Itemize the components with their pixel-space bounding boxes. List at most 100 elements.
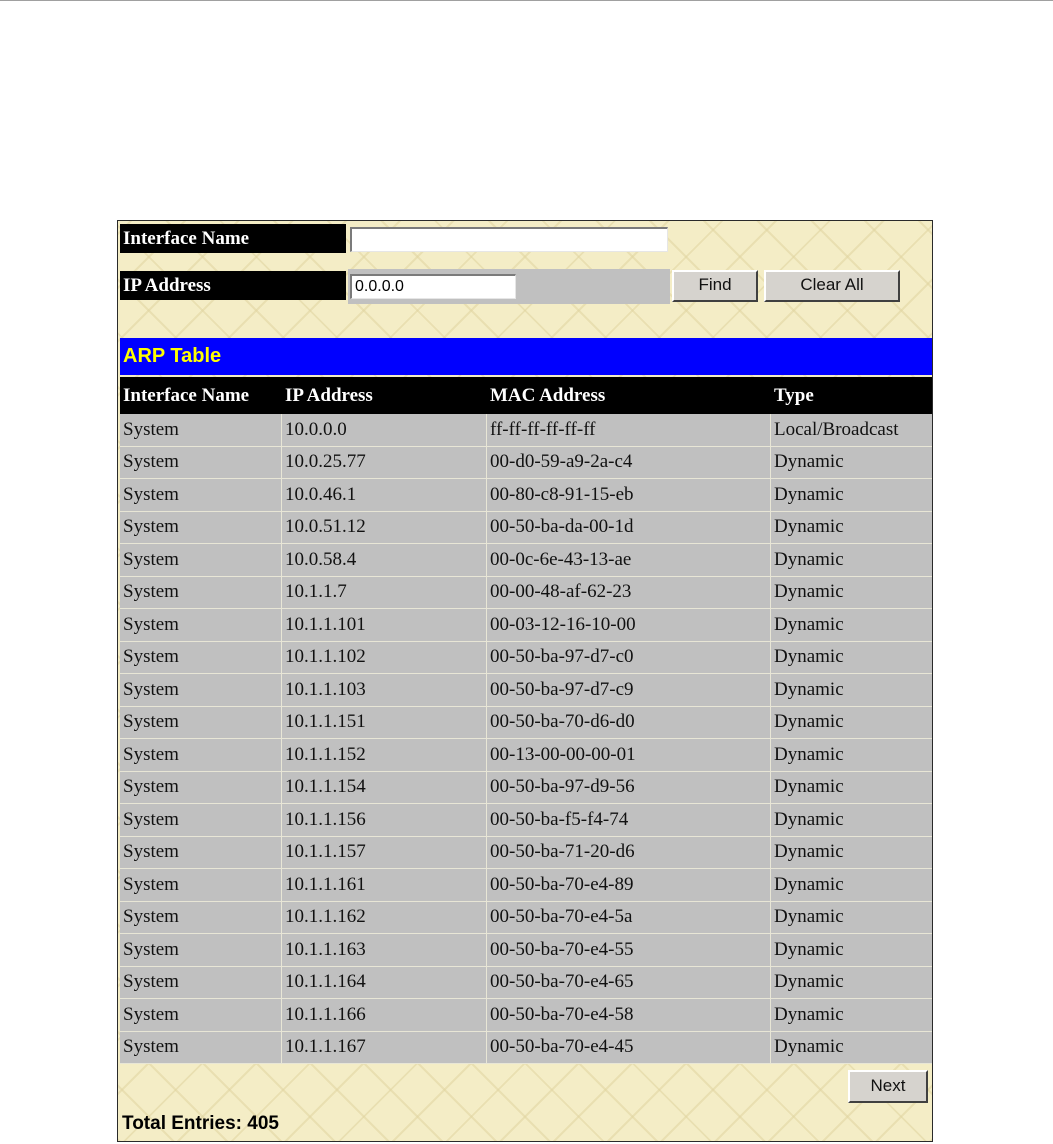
cell-type: Dynamic xyxy=(771,511,932,544)
cell-interface-name: System xyxy=(120,479,282,512)
cell-type: Dynamic xyxy=(771,1031,932,1064)
cell-interface-name: System xyxy=(120,576,282,609)
cell-type: Dynamic xyxy=(771,934,932,967)
cell-interface-name: System xyxy=(120,544,282,577)
table-row: System 10.1.1.164 00-50-ba-70-e4-65 Dynamic xyxy=(120,966,932,999)
table-row: System 10.1.1.151 00-50-ba-70-d6-d0 Dynamic xyxy=(120,706,932,739)
table-header-row: Interface Name IP Address MAC Address Ty… xyxy=(120,377,932,414)
table-row: System 10.0.58.4 00-0c-6e-43-13-ae Dynamic xyxy=(120,544,932,577)
table-row: System 10.1.1.102 00-50-ba-97-d7-c0 Dynamic xyxy=(120,641,932,674)
cell-ip-address: 10.1.1.163 xyxy=(282,934,487,967)
table-row: System 10.1.1.162 00-50-ba-70-e4-5a Dynamic xyxy=(120,901,932,934)
find-button[interactable]: Find xyxy=(672,270,758,302)
cell-ip-address: 10.1.1.103 xyxy=(282,674,487,707)
cell-ip-address: 10.1.1.162 xyxy=(282,901,487,934)
cell-ip-address: 10.0.58.4 xyxy=(282,544,487,577)
cell-interface-name: System xyxy=(120,706,282,739)
cell-type: Dynamic xyxy=(771,836,932,869)
cell-type: Dynamic xyxy=(771,576,932,609)
cell-ip-address: 10.1.1.156 xyxy=(282,804,487,837)
cell-interface-name: System xyxy=(120,414,282,447)
table-row: System 10.1.1.166 00-50-ba-70-e4-58 Dynamic xyxy=(120,999,932,1032)
column-header-interface-name: Interface Name xyxy=(120,377,282,414)
cell-interface-name: System xyxy=(120,966,282,999)
cell-type: Dynamic xyxy=(771,739,932,772)
column-header-type: Type xyxy=(771,377,932,414)
cell-mac-address: 00-50-ba-70-e4-55 xyxy=(487,934,771,967)
column-header-mac-address: MAC Address xyxy=(487,377,771,414)
arp-table-body: System 10.0.0.0 ff-ff-ff-ff-ff-ff Local/Bro… xyxy=(120,414,932,1064)
cell-ip-address: 10.1.1.161 xyxy=(282,869,487,902)
ip-address-input[interactable] xyxy=(350,274,516,299)
cell-mac-address: 00-13-00-00-00-01 xyxy=(487,739,771,772)
cell-interface-name: System xyxy=(120,771,282,804)
cell-mac-address: 00-d0-59-a9-2a-c4 xyxy=(487,446,771,479)
cell-interface-name: System xyxy=(120,934,282,967)
cell-ip-address: 10.1.1.157 xyxy=(282,836,487,869)
cell-type: Dynamic xyxy=(771,869,932,902)
cell-mac-address: 00-50-ba-70-e4-89 xyxy=(487,869,771,902)
table-row: System 10.0.0.0 ff-ff-ff-ff-ff-ff Local/Bro… xyxy=(120,414,932,447)
cell-type: Dynamic xyxy=(771,544,932,577)
cell-interface-name: System xyxy=(120,739,282,772)
cell-mac-address: 00-50-ba-71-20-d6 xyxy=(487,836,771,869)
cell-ip-address: 10.0.0.0 xyxy=(282,414,487,447)
cell-ip-address: 10.1.1.154 xyxy=(282,771,487,804)
cell-type: Dynamic xyxy=(771,706,932,739)
cell-ip-address: 10.1.1.167 xyxy=(282,1031,487,1064)
cell-mac-address: ff-ff-ff-ff-ff-ff xyxy=(487,414,771,447)
cell-mac-address: 00-50-ba-f5-f4-74 xyxy=(487,804,771,837)
cell-type: Dynamic xyxy=(771,609,932,642)
cell-mac-address: 00-50-ba-70-e4-45 xyxy=(487,1031,771,1064)
cell-ip-address: 10.1.1.152 xyxy=(282,739,487,772)
top-divider xyxy=(0,0,1053,1)
table-row: System 10.1.1.7 00-00-48-af-62-23 Dynamic xyxy=(120,576,932,609)
arp-table-title: ARP Table xyxy=(120,338,932,375)
arp-table: Interface Name IP Address MAC Address Ty… xyxy=(120,377,932,1064)
cell-interface-name: System xyxy=(120,1031,282,1064)
column-header-ip-address: IP Address xyxy=(282,377,487,414)
ip-address-label: IP Address xyxy=(120,271,346,300)
cell-interface-name: System xyxy=(120,641,282,674)
cell-mac-address: 00-50-ba-97-d7-c0 xyxy=(487,641,771,674)
cell-mac-address: 00-50-ba-da-00-1d xyxy=(487,511,771,544)
total-entries: Total Entries: 405 xyxy=(122,1113,279,1134)
cell-mac-address: 00-03-12-16-10-00 xyxy=(487,609,771,642)
cell-ip-address: 10.1.1.151 xyxy=(282,706,487,739)
interface-name-label: Interface Name xyxy=(120,224,346,253)
next-button[interactable]: Next xyxy=(848,1070,928,1103)
interface-name-input[interactable] xyxy=(350,227,668,252)
cell-mac-address: 00-50-ba-97-d7-c9 xyxy=(487,674,771,707)
table-row: System 10.1.1.101 00-03-12-16-10-00 Dynamic xyxy=(120,609,932,642)
cell-interface-name: System xyxy=(120,804,282,837)
cell-ip-address: 10.1.1.166 xyxy=(282,999,487,1032)
table-row: System 10.1.1.156 00-50-ba-f5-f4-74 Dynamic xyxy=(120,804,932,837)
cell-ip-address: 10.1.1.101 xyxy=(282,609,487,642)
table-row: System 10.1.1.163 00-50-ba-70-e4-55 Dynamic xyxy=(120,934,932,967)
cell-type: Dynamic xyxy=(771,641,932,674)
clear-all-button[interactable]: Clear All xyxy=(764,270,900,302)
cell-interface-name: System xyxy=(120,836,282,869)
cell-mac-address: 00-50-ba-97-d9-56 xyxy=(487,771,771,804)
cell-ip-address: 10.0.46.1 xyxy=(282,479,487,512)
cell-type: Dynamic xyxy=(771,674,932,707)
cell-interface-name: System xyxy=(120,999,282,1032)
cell-ip-address: 10.0.51.12 xyxy=(282,511,487,544)
cell-ip-address: 10.1.1.102 xyxy=(282,641,487,674)
cell-type: Dynamic xyxy=(771,804,932,837)
cell-interface-name: System xyxy=(120,446,282,479)
table-row: System 10.1.1.154 00-50-ba-97-d9-56 Dynamic xyxy=(120,771,932,804)
cell-type: Dynamic xyxy=(771,479,932,512)
cell-mac-address: 00-50-ba-70-e4-65 xyxy=(487,966,771,999)
cell-ip-address: 10.1.1.164 xyxy=(282,966,487,999)
cell-mac-address: 00-50-ba-70-e4-58 xyxy=(487,999,771,1032)
cell-interface-name: System xyxy=(120,674,282,707)
table-row: System 10.0.25.77 00-d0-59-a9-2a-c4 Dynamic xyxy=(120,446,932,479)
cell-mac-address: 00-0c-6e-43-13-ae xyxy=(487,544,771,577)
table-row: System 10.0.46.1 00-80-c8-91-15-eb Dynamic xyxy=(120,479,932,512)
table-row: System 10.1.1.157 00-50-ba-71-20-d6 Dynamic xyxy=(120,836,932,869)
table-row: System 10.0.51.12 00-50-ba-da-00-1d Dynamic xyxy=(120,511,932,544)
cell-interface-name: System xyxy=(120,901,282,934)
cell-interface-name: System xyxy=(120,511,282,544)
cell-interface-name: System xyxy=(120,609,282,642)
